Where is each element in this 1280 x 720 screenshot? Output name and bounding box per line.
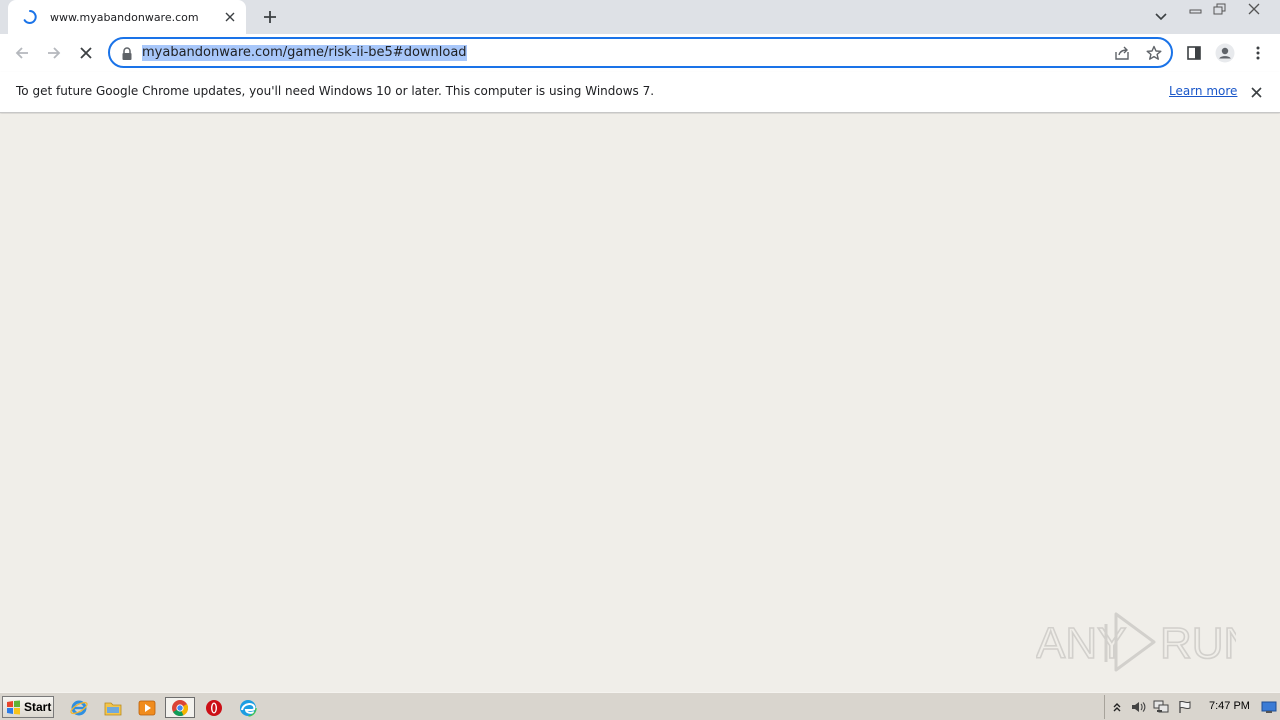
window-restore-button[interactable]: [1208, 0, 1232, 18]
learn-more-link[interactable]: Learn more: [1169, 84, 1237, 98]
system-tray: 7:47 PM: [1104, 695, 1280, 719]
infobar-close-icon[interactable]: [1246, 82, 1266, 102]
svg-text:ANY: ANY: [1036, 619, 1126, 668]
start-button[interactable]: Start: [2, 696, 54, 718]
windows-logo-icon: [7, 700, 20, 714]
browser-tab[interactable]: www.myabandonware.com: [8, 0, 246, 34]
internet-explorer-icon[interactable]: [68, 697, 90, 718]
taskbar-clock: 7:47 PM: [1209, 700, 1250, 712]
forward-button[interactable]: [41, 40, 67, 66]
restore-icon: [1213, 3, 1226, 14]
plus-icon: [264, 11, 276, 23]
window-minimize-button[interactable]: [1184, 0, 1208, 18]
media-player-icon[interactable]: [136, 697, 158, 718]
close-icon: [1248, 3, 1260, 15]
svg-text:RUN: RUN: [1160, 619, 1236, 668]
minimize-icon: [1189, 9, 1202, 14]
close-icon: [80, 47, 92, 59]
lock-icon[interactable]: [121, 46, 133, 60]
tab-strip: www.myabandonware.com: [0, 0, 1280, 34]
update-infobar: To get future Google Chrome updates, you…: [0, 72, 1280, 113]
volume-icon[interactable]: [1129, 699, 1147, 715]
bookmark-star-icon[interactable]: [1144, 43, 1164, 63]
side-panel-button[interactable]: [1181, 40, 1207, 66]
side-panel-icon: [1187, 46, 1201, 60]
address-bar[interactable]: myabandonware.com/game/risk-ii-be5#downl…: [108, 37, 1173, 68]
opera-icon[interactable]: [203, 697, 225, 718]
new-tab-button[interactable]: [258, 5, 282, 29]
tab-close-icon[interactable]: [222, 9, 238, 25]
window-close-button[interactable]: [1234, 0, 1274, 18]
kebab-menu-icon: [1256, 46, 1260, 60]
stop-loading-button[interactable]: [73, 40, 99, 66]
edge-icon[interactable]: [237, 697, 259, 718]
start-label: Start: [24, 700, 52, 714]
network-icon[interactable]: [1152, 699, 1170, 715]
chevron-down-icon: [1155, 13, 1167, 21]
arrow-right-icon: [48, 47, 61, 59]
anyrun-watermark-logo: ANY RUN: [1036, 612, 1236, 672]
infobar-message: To get future Google Chrome updates, you…: [16, 84, 655, 98]
back-button[interactable]: [9, 40, 35, 66]
url-text[interactable]: myabandonware.com/game/risk-ii-be5#downl…: [142, 45, 467, 61]
tab-title: www.myabandonware.com: [50, 10, 199, 24]
file-explorer-icon[interactable]: [102, 697, 124, 718]
arrow-left-icon: [15, 47, 28, 59]
profile-button[interactable]: [1212, 40, 1238, 66]
profile-avatar-icon: [1215, 43, 1235, 63]
loading-spinner-icon: [22, 9, 38, 25]
show-hidden-icons-icon[interactable]: [1108, 699, 1126, 715]
page-content: ANY RUN: [0, 114, 1280, 692]
menu-button[interactable]: [1245, 40, 1271, 66]
share-icon[interactable]: [1112, 43, 1132, 63]
browser-toolbar: myabandonware.com/game/risk-ii-be5#downl…: [0, 34, 1280, 72]
show-desktop-icon[interactable]: [1260, 699, 1278, 715]
action-center-flag-icon[interactable]: [1176, 699, 1194, 715]
chrome-icon[interactable]: [165, 697, 195, 718]
tab-search-button[interactable]: [1150, 6, 1172, 28]
windows-taskbar: Start 7:47 PM: [0, 692, 1280, 720]
